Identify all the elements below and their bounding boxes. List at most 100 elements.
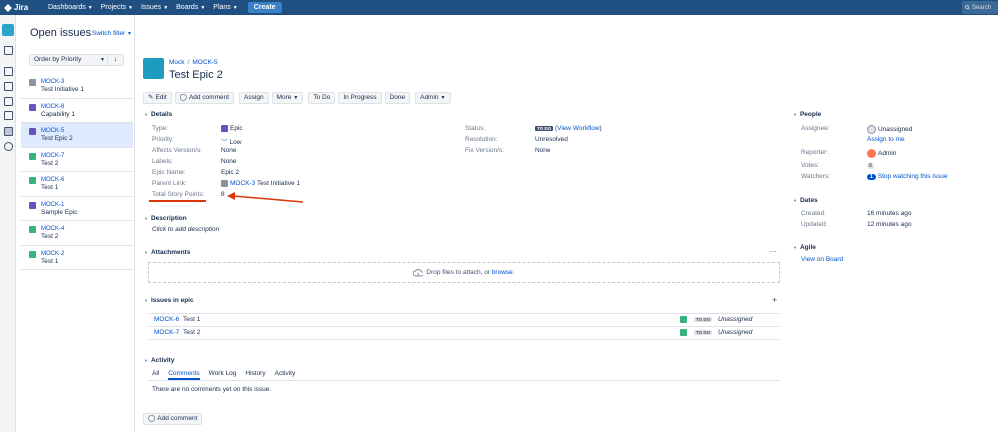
priority-label: Priority:: [152, 136, 175, 143]
issue-list-item-selected[interactable]: MOCK-5 Test Epic 2: [21, 123, 133, 148]
issue-list-item[interactable]: MOCK-1 Sample Epic: [21, 197, 133, 221]
story-icon: [29, 152, 36, 160]
backlog-icon[interactable]: [4, 67, 13, 76]
reports-icon[interactable]: [4, 111, 13, 120]
issue-list-item[interactable]: MOCK-3 Test Initiative 1: [21, 74, 133, 99]
switch-filter-link[interactable]: Switch filter ▼: [92, 30, 132, 37]
tab-work-log[interactable]: Work Log: [209, 370, 237, 380]
nav-boards[interactable]: Boards ▼: [176, 4, 205, 11]
board-icon[interactable]: [4, 46, 13, 55]
nav-dashboards[interactable]: Dashboards ▼: [48, 4, 93, 11]
nav-projects[interactable]: Projects ▼: [101, 4, 133, 11]
add-issue-icon[interactable]: +: [772, 295, 777, 305]
details-section-toggle[interactable]: ▼ Details: [144, 111, 172, 118]
watchers-value[interactable]: 1 Stop watching this issue: [867, 173, 948, 180]
done-transition-button[interactable]: Done: [384, 92, 411, 104]
agile-section-toggle[interactable]: ▼ Agile: [793, 244, 816, 251]
order-by-dropdown[interactable]: Order by Priority ▼: [29, 54, 109, 66]
admin-button[interactable]: Admin ▼: [415, 92, 451, 104]
issue-list-item[interactable]: MOCK-6 Test 1: [21, 172, 133, 197]
issues-nav-icon[interactable]: [4, 127, 13, 136]
table-row[interactable]: MOCK-6 Test 1 TO DO Unassigned: [149, 314, 779, 327]
assign-button[interactable]: Assign: [239, 92, 269, 104]
story-icon: [680, 316, 687, 323]
initiative-icon: [29, 79, 36, 86]
view-on-board-link[interactable]: View on Board: [801, 256, 843, 263]
attachment-drop-zone[interactable]: Drop files to attach, or browse.: [148, 262, 780, 283]
priority-low-icon: ﹀: [221, 139, 228, 146]
view-workflow-link[interactable]: View Workflow: [557, 125, 599, 132]
description-section-toggle[interactable]: ▼ Description: [144, 215, 187, 222]
create-button[interactable]: Create: [247, 2, 282, 13]
board-columns-icon[interactable]: [4, 82, 13, 91]
issue-list-item[interactable]: MOCK-7 Test 2: [21, 148, 133, 172]
priority-value[interactable]: ﹀ Low: [221, 136, 241, 146]
issue-list-item[interactable]: MOCK-8 Capability 1: [21, 99, 133, 123]
more-options-icon[interactable]: ···: [769, 247, 777, 256]
in-progress-transition-button[interactable]: In Progress: [338, 92, 382, 104]
issue-summary[interactable]: Test 2: [183, 329, 200, 336]
assign-to-me-link[interactable]: Assign to me: [867, 136, 905, 143]
updated-value: 12 minutes ago: [867, 221, 912, 228]
sort-direction-button[interactable]: ↓: [107, 54, 124, 66]
tab-activity[interactable]: Activity: [275, 370, 296, 380]
labels-value[interactable]: None: [221, 158, 237, 165]
votes-label: Votes:: [801, 162, 820, 169]
affects-version-value[interactable]: None: [221, 147, 237, 154]
top-navigation-bar: Jira Dashboards ▼ Projects ▼ Issues ▼ Board…: [0, 0, 998, 15]
table-row[interactable]: MOCK-7 Test 2 TO DO Unassigned: [149, 327, 779, 340]
jira-logo[interactable]: Jira: [4, 3, 34, 12]
releases-icon[interactable]: [4, 97, 13, 106]
avatar: [867, 149, 876, 158]
browse-link[interactable]: browse.: [492, 269, 515, 276]
epic-icon: [221, 125, 228, 132]
epic-icon: [29, 128, 36, 135]
fix-version-value[interactable]: None: [535, 147, 551, 154]
epic-name-value[interactable]: Epic 2: [221, 169, 239, 176]
story-icon: [29, 250, 36, 258]
jira-logo-icon: [4, 3, 12, 12]
votes-badge: 0: [867, 163, 874, 169]
add-comment-button[interactable]: ◯ Add comment: [174, 92, 235, 104]
nav-issues[interactable]: Issues ▼: [141, 4, 168, 11]
issues-in-epic-section-toggle[interactable]: ▼ Issues in epic: [144, 297, 194, 304]
assignee-value[interactable]: Unassigned: [867, 125, 912, 134]
capability-icon: [29, 103, 36, 111]
issue-list-item[interactable]: MOCK-4 Test 2: [21, 221, 133, 246]
story-icon: [29, 226, 36, 233]
issue-summary[interactable]: Test 1: [183, 316, 200, 323]
parent-link-value[interactable]: MOCK-3 Test Initiative 1: [221, 180, 300, 187]
status-lozenge: TO DO: [535, 125, 554, 131]
tab-all[interactable]: All: [152, 370, 159, 380]
issue-list-item[interactable]: MOCK-2 Test 1: [21, 246, 133, 270]
created-value: 16 minutes ago: [867, 210, 912, 217]
search-input[interactable]: Search: [962, 1, 998, 14]
chevron-down-icon: ▼: [293, 95, 299, 101]
votes-value[interactable]: 0: [867, 162, 874, 169]
nav-plans[interactable]: Plans ▼: [213, 4, 237, 11]
tab-history[interactable]: History: [245, 370, 265, 380]
project-avatar[interactable]: [2, 24, 14, 36]
dates-section-toggle[interactable]: ▼ Dates: [793, 197, 818, 204]
tab-comments[interactable]: Comments: [168, 370, 200, 380]
issue-title[interactable]: Test Epic 2: [169, 69, 223, 81]
issue-key-link[interactable]: MOCK-7: [154, 329, 179, 336]
breadcrumb-issue-link[interactable]: MOCK-5: [192, 59, 217, 66]
attachments-section-toggle[interactable]: ▼ Attachments: [144, 249, 190, 256]
watchers-badge: 1: [867, 174, 876, 180]
add-comment-bottom-button[interactable]: ◯ Add comment: [143, 413, 203, 425]
stop-watching-link[interactable]: Stop watching this issue: [878, 173, 948, 180]
labels-label: Labels:: [152, 158, 173, 165]
status-value[interactable]: TO DO (View Workflow): [535, 125, 602, 132]
description-field[interactable]: Click to add description: [152, 226, 219, 233]
activity-section-toggle[interactable]: ▼ Activity: [144, 357, 174, 364]
people-section-toggle[interactable]: ▼ People: [793, 111, 821, 118]
breadcrumb-project-link[interactable]: Mock: [169, 59, 185, 66]
edit-button[interactable]: ✎ Edit: [143, 92, 172, 104]
collapse-icon: ▼: [144, 112, 148, 117]
more-button[interactable]: More ▼: [271, 92, 304, 104]
issue-key-link[interactable]: MOCK-6: [154, 316, 179, 323]
todo-transition-button[interactable]: To Do: [308, 92, 336, 104]
settings-icon[interactable]: [4, 142, 13, 151]
reporter-value[interactable]: Admin: [867, 149, 896, 158]
